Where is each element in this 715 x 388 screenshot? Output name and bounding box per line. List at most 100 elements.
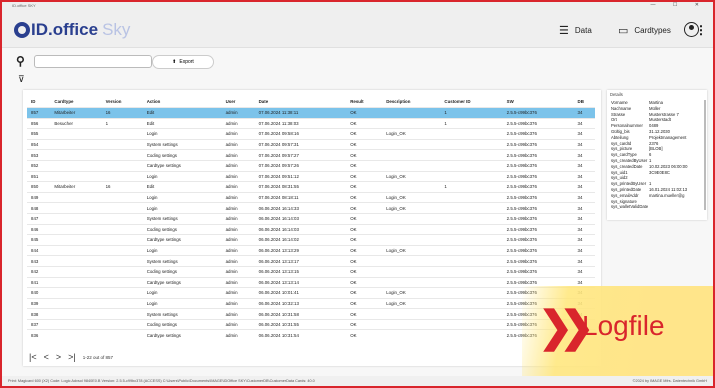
table-row[interactable]: 842 Coding settings admin 06.06.2024 13:13:… xyxy=(27,265,595,277)
table-cell xyxy=(440,329,503,341)
table-cell xyxy=(440,128,503,140)
table-cell xyxy=(50,149,102,161)
column-header[interactable]: Action xyxy=(143,96,222,108)
table-row[interactable]: 836 Cardtype settings admin 06.06.2024 10:3… xyxy=(27,329,595,341)
table-cell: Login_OK xyxy=(382,202,441,214)
table-cell: admin xyxy=(221,191,255,203)
table-cell: OK xyxy=(346,117,383,129)
table-cell: OK xyxy=(346,138,383,150)
column-header[interactable]: Description xyxy=(382,96,440,108)
table-cell: 2.5.5-c99bc376 xyxy=(502,191,574,203)
table-row[interactable]: 852 Cardtype settings admin 07.06.2024 09:5… xyxy=(27,159,595,172)
table-cell: 844 xyxy=(27,244,51,256)
table-row[interactable]: 853 Coding settings admin 07.06.2024 09:57:… xyxy=(27,149,595,161)
table-row[interactable]: 847 System settings admin 06.06.2024 16:14:… xyxy=(27,212,595,225)
table-row[interactable]: 845 Cardtype settings admin 06.06.2024 16:1… xyxy=(27,234,595,246)
table-row[interactable]: 851 Login admin 07.06.2024 09:51:12 OK Login_… xyxy=(27,170,595,182)
table-cell: 2.5.5-c99bc376 xyxy=(502,128,574,140)
table-cell xyxy=(382,308,441,320)
table-cell xyxy=(50,202,102,214)
export-button[interactable]: ⬆ Export xyxy=(152,55,214,69)
table-row[interactable]: 856 Besucher 1 Edit admin 07.06.2024 11:38:03… xyxy=(27,117,595,129)
table-cell: 2.5.5-c99bc376 xyxy=(502,244,574,256)
table-row[interactable]: 838 System settings admin 06.06.2024 10:31:… xyxy=(27,308,595,320)
column-header[interactable]: Result xyxy=(346,96,382,108)
column-header[interactable]: Date xyxy=(255,96,347,108)
table-cell: 07.06.2024 11:38:11 xyxy=(254,107,347,119)
nav-data-button[interactable]: ☰ Data xyxy=(559,24,592,37)
table-cell xyxy=(440,138,503,150)
table-cell: 06.06.2024 16:14:33 xyxy=(254,202,347,214)
table-cell: 06.06.2024 10:31:55 xyxy=(254,318,347,330)
table-cell: admin xyxy=(221,138,255,150)
table-cell: 06.06.2024 16:14:02 xyxy=(254,234,347,246)
table-row[interactable]: 840 Login admin 06.06.2024 10:01:41 OK Login_… xyxy=(27,287,595,299)
table-row[interactable]: 846 Coding settings admin 06.06.2024 16:14:… xyxy=(27,223,595,235)
search-input[interactable] xyxy=(34,55,152,68)
column-header[interactable]: Cardtype xyxy=(50,96,101,108)
column-header[interactable]: User xyxy=(222,96,255,108)
table-cell: 843 xyxy=(27,255,51,267)
table-cell: Cardtype settings xyxy=(142,329,222,341)
table-cell xyxy=(50,244,102,256)
window-title: ID.office SKY xyxy=(12,3,36,8)
filter-icon[interactable]: ⊽ xyxy=(18,74,25,85)
nav-cardtypes-button[interactable]: ▭ Cardtypes xyxy=(618,24,671,37)
table-row[interactable]: 839 Login admin 06.06.2024 10:32:13 OK Login_… xyxy=(27,297,595,309)
table-cell: Login xyxy=(142,297,222,309)
first-page-button[interactable]: |< xyxy=(29,352,37,362)
table-row[interactable]: 854 System settings admin 07.06.2024 09:57:… xyxy=(27,138,595,150)
table-cell xyxy=(101,244,143,256)
table-cell: OK xyxy=(346,170,383,182)
window-controls[interactable]: — ☐ ✕ xyxy=(651,2,707,8)
details-scrollbar[interactable] xyxy=(704,100,706,210)
prev-page-button[interactable]: < xyxy=(44,352,49,362)
table-cell: 2.5.5-c99bc376 xyxy=(502,159,574,172)
table-cell: 2.5.5-c99bc376 xyxy=(502,149,574,161)
table-cell: OK xyxy=(346,191,383,203)
details-key: sys_walletValidDate xyxy=(611,204,649,210)
table-cell: admin xyxy=(221,107,255,119)
table-row[interactable]: 841 Cardtype settings admin 06.06.2024 13:1… xyxy=(27,276,595,288)
table-cell xyxy=(50,308,102,320)
table-cell: 34 xyxy=(573,128,595,140)
table-cell: admin xyxy=(221,276,255,288)
table-cell: 2.5.5-c99bc376 xyxy=(502,212,574,225)
table-cell: admin xyxy=(221,170,255,182)
table-row[interactable]: 850 Mitarbeiter 16 Edit admin 07.06.2024 08:3… xyxy=(27,181,595,193)
last-page-button[interactable]: >| xyxy=(68,352,76,362)
table-row[interactable]: 837 Coding settings admin 06.06.2024 10:31:… xyxy=(27,318,595,330)
table-row[interactable]: 844 Login admin 06.06.2024 13:13:29 OK Login_… xyxy=(27,244,595,256)
table-cell: 856 xyxy=(27,117,51,129)
column-header[interactable]: ID xyxy=(27,96,50,108)
table-cell: Login_OK xyxy=(382,244,441,256)
table-cell: 34 xyxy=(573,181,595,193)
next-page-button[interactable]: > xyxy=(56,352,61,362)
column-header[interactable]: SW xyxy=(503,96,574,108)
table-cell: System settings xyxy=(142,138,222,150)
table-cell: admin xyxy=(221,202,255,214)
table-row[interactable]: 849 Login admin 07.06.2024 08:18:11 OK Login_… xyxy=(27,191,595,203)
table-cell: Coding settings xyxy=(142,318,222,330)
table-row[interactable]: 855 Login admin 07.06.2024 09:58:16 OK Login_… xyxy=(27,128,595,140)
more-menu-icon[interactable]: ⋮ xyxy=(695,23,707,37)
table-cell xyxy=(101,223,143,235)
table-cell xyxy=(382,255,441,267)
table-cell: 855 xyxy=(27,128,51,140)
table-cell: Coding settings xyxy=(142,149,222,161)
table-row[interactable]: 857 Mitarbeiter 16 Edit admin 07.06.2024 11:3… xyxy=(27,107,595,119)
log-table: ID Cardtype Version Action User Date Result Des… xyxy=(27,96,595,341)
table-cell: 2.5.5-c99bc376 xyxy=(502,117,574,129)
table-cell: OK xyxy=(346,265,383,277)
table-cell: admin xyxy=(221,117,255,129)
column-header[interactable]: Version xyxy=(102,96,143,108)
table-cell: 34 xyxy=(573,244,595,256)
column-header[interactable]: Customer ID xyxy=(440,96,502,108)
column-header[interactable]: DB xyxy=(574,96,595,108)
table-cell xyxy=(440,170,503,182)
table-row[interactable]: 843 System settings admin 06.06.2024 13:13:… xyxy=(27,255,595,267)
table-cell: 06.06.2024 10:31:58 xyxy=(254,308,347,320)
table-body: 857 Mitarbeiter 16 Edit admin 07.06.2024 11:3… xyxy=(27,107,595,341)
table-row[interactable]: 848 Login admin 06.06.2024 16:14:33 OK Login_… xyxy=(27,202,595,214)
table-cell: 06.06.2024 10:32:13 xyxy=(254,297,347,309)
